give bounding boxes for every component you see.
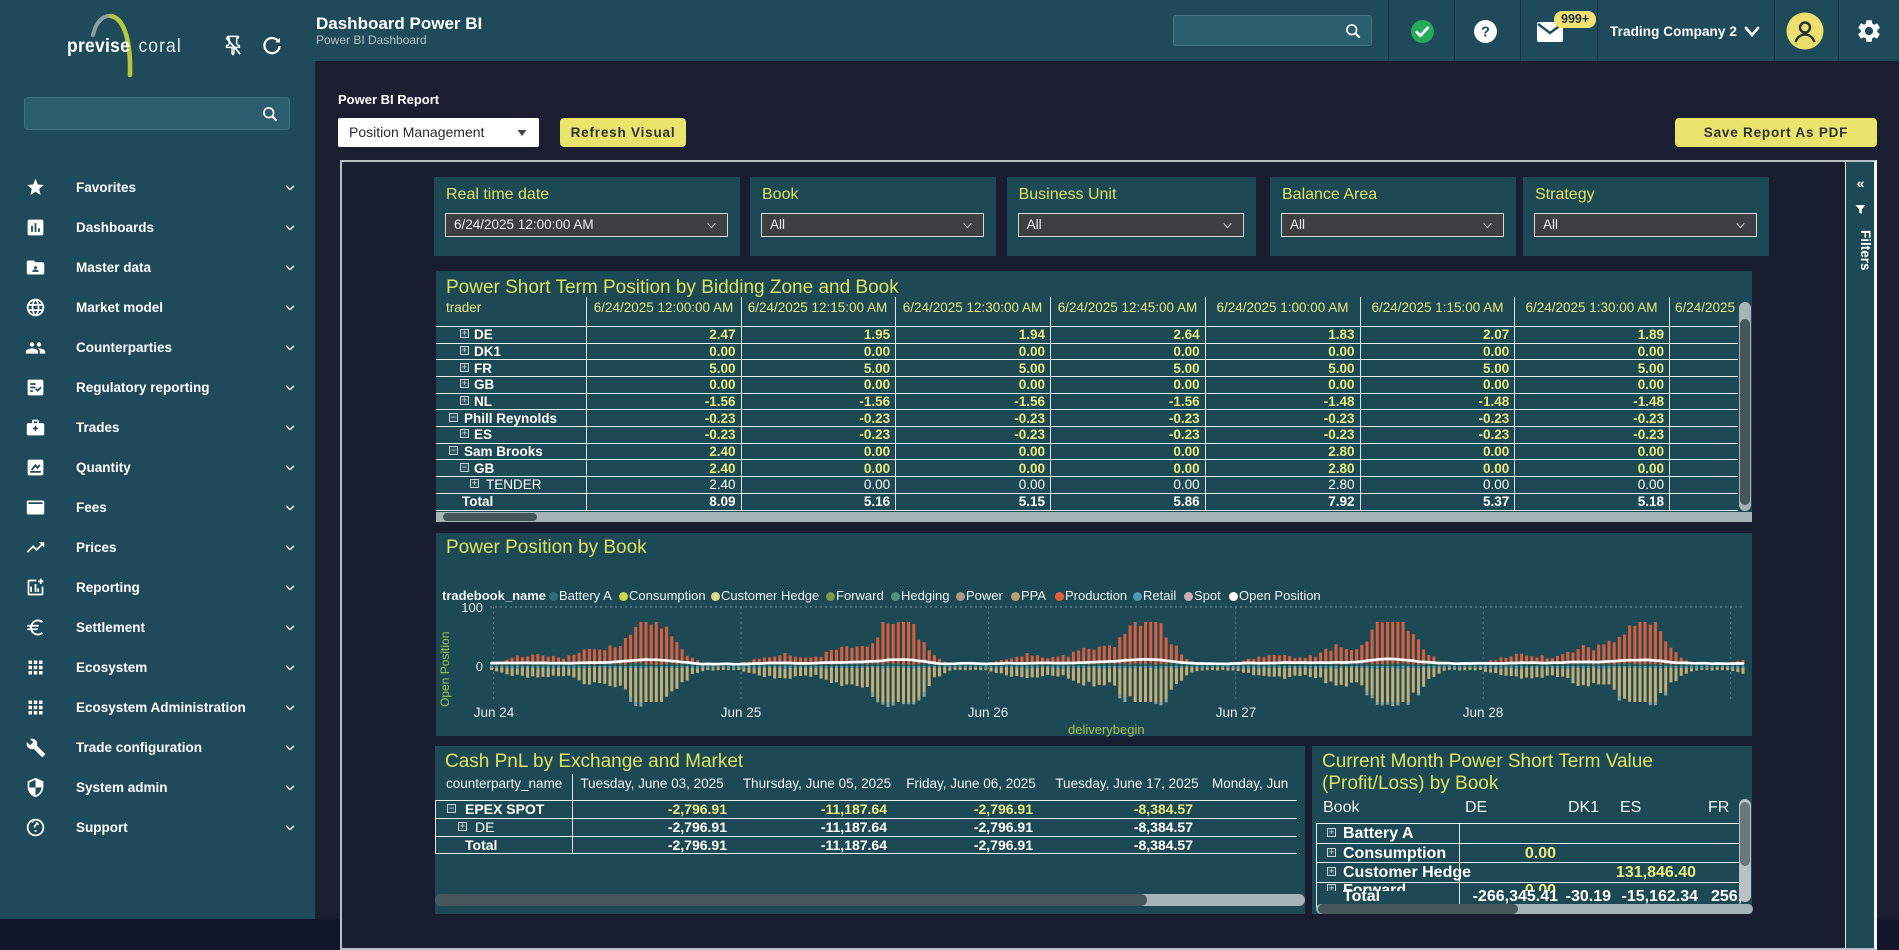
svg-text:?: ? — [1481, 25, 1490, 41]
